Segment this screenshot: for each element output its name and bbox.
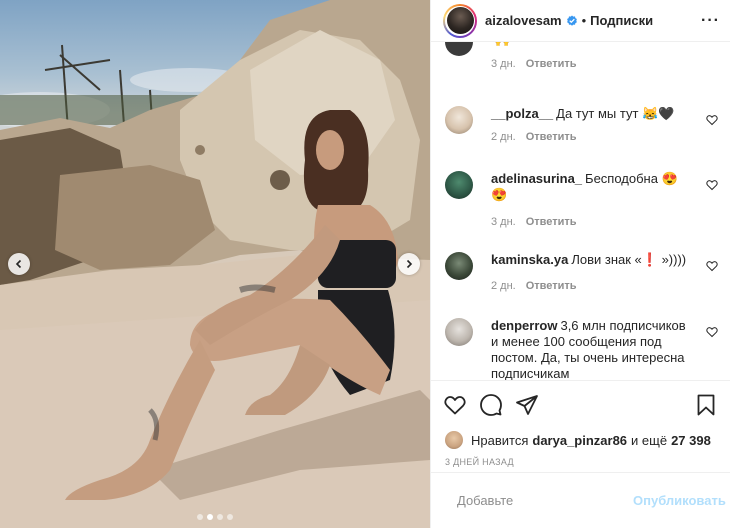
comment-text: __polza__ Да тут мы тут 😹🖤 (491, 106, 694, 122)
more-options-button[interactable]: ··· (701, 12, 720, 30)
comment-message: Да тут мы тут 😹🖤 (556, 106, 675, 121)
comment-text: denperrow 3,6 млн подписчиков и менее 100… (491, 318, 694, 380)
like-comment-heart-icon[interactable] (706, 179, 718, 191)
verified-badge-icon (566, 15, 577, 26)
like-comment-heart-icon[interactable] (706, 114, 718, 126)
comment-avatar[interactable] (445, 318, 473, 346)
reply-button[interactable]: Ответить (526, 131, 577, 143)
previous-slide-button[interactable] (8, 253, 30, 275)
comment-item: denperrow 3,6 млн подписчиков и менее 100… (445, 318, 718, 380)
save-bookmark-icon[interactable] (694, 393, 718, 417)
author-avatar[interactable] (443, 3, 477, 38)
comment-input[interactable] (457, 493, 633, 508)
carousel-indicator (0, 514, 430, 520)
comment-avatar[interactable] (445, 252, 473, 280)
header-separator: • (581, 13, 587, 28)
reply-button[interactable]: Ответить (526, 58, 577, 70)
like-comment-heart-icon[interactable] (706, 260, 718, 272)
post-header: aizalovesam • Подписки ··· (431, 0, 730, 42)
comment-time: 2 дн. (491, 280, 516, 292)
comment-text: adelinasurina_ Бесподобна 😍 😍 (491, 171, 694, 203)
comment-text: kaminska.ya Лови знак «❗ »)))) (491, 252, 694, 268)
likes-middle: и ещё (631, 432, 668, 448)
carousel-dot (207, 514, 213, 520)
comment-username[interactable]: adelinasurina_ (491, 171, 582, 186)
post-side-panel: aizalovesam • Подписки ··· 🙌 3 дн. Ответи… (430, 0, 730, 528)
beach-photo-illustration (0, 0, 430, 528)
comment-item: 🙌 3 дн. Ответить (445, 42, 718, 92)
comment-username[interactable]: kaminska.ya (491, 252, 568, 267)
publish-button[interactable]: Опубликовать (633, 493, 726, 508)
comment-item: kaminska.ya Лови знак «❗ »)))) 2 дн. Ответ… (445, 252, 718, 302)
likes-count-link[interactable]: 27 398 (671, 433, 711, 448)
carousel-dot (217, 514, 223, 520)
comment-text: 🙌 (491, 42, 694, 48)
reply-button[interactable]: Ответить (526, 280, 577, 292)
share-paper-plane-icon[interactable] (515, 393, 539, 417)
reply-button[interactable]: Ответить (526, 216, 577, 228)
comments-list[interactable]: 🙌 3 дн. Ответить __polza__Да тут мы тут 😹… (431, 42, 730, 380)
comment-item: __polza__ Да тут мы тут 😹🖤 2 дн. Ответить (445, 106, 718, 156)
chevron-right-icon (406, 259, 413, 269)
likes-prefix: Нравится (471, 432, 529, 448)
carousel-dot (227, 514, 233, 520)
liker-username-link[interactable]: darya_pinzar86 (532, 433, 627, 448)
likes-summary: Нравится darya_pinzar86 и ещё 27 398 (431, 428, 730, 452)
comment-time: 3 дн. (491, 216, 516, 228)
comment-item: adelinasurina_ Бесподобна 😍 😍 3 дн. Ответи… (445, 171, 718, 231)
comment-meta: 3 дн. Ответить (491, 58, 577, 70)
author-username-link[interactable]: aizalovesam (485, 13, 562, 28)
comment-meta: 3 дн. Ответить (491, 216, 577, 228)
like-comment-heart-icon[interactable] (706, 326, 718, 338)
comment-composer: Опубликовать (431, 472, 730, 528)
comment-meta: 2 дн. Ответить (491, 131, 577, 143)
post-dialog: aizalovesam • Подписки ··· 🙌 3 дн. Ответи… (0, 0, 730, 528)
like-heart-icon[interactable] (443, 393, 467, 417)
comment-meta: 2 дн. Ответить (491, 280, 577, 292)
post-photo[interactable] (0, 0, 430, 528)
carousel-dot (197, 514, 203, 520)
comment-avatar[interactable] (445, 171, 473, 199)
comment-avatar[interactable] (445, 42, 473, 56)
post-date[interactable]: 3 ДНЕЙ НАЗАД (431, 452, 730, 472)
chevron-left-icon (15, 259, 22, 269)
comment-time: 2 дн. (491, 131, 516, 143)
post-actions-bar (431, 380, 730, 428)
comment-message: Лови знак «❗ »)))) (571, 252, 687, 267)
comment-username[interactable]: __polza__ (491, 106, 553, 121)
comment-bubble-icon[interactable] (479, 393, 503, 417)
comment-message: 🙌 (494, 42, 510, 47)
following-button[interactable]: Подписки (590, 13, 653, 28)
comment-avatar[interactable] (445, 106, 473, 134)
avatar-image (446, 7, 474, 34)
liker-avatar[interactable] (445, 431, 463, 449)
next-slide-button[interactable] (398, 253, 420, 275)
comment-username[interactable]: denperrow (491, 318, 557, 333)
comment-time: 3 дн. (491, 58, 516, 70)
